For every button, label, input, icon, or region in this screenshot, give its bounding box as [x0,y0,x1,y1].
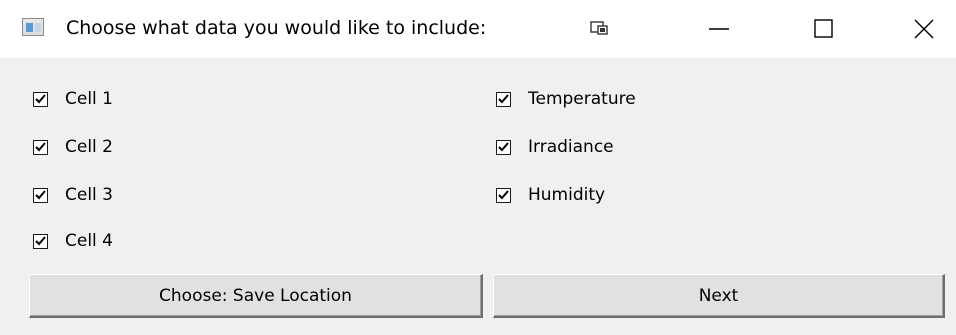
minimize-button[interactable] [695,0,743,58]
checkbox-irradiance[interactable]: Irradiance [496,136,614,158]
close-icon [914,19,934,39]
maximize-button[interactable] [800,0,848,58]
checkmark-icon [35,235,46,245]
title-bar[interactable]: Choose what data you would like to inclu… [0,0,956,58]
checkbox-label: Temperature [528,89,636,109]
maximize-icon [814,19,833,38]
window-title: Choose what data you would like to inclu… [66,17,487,39]
checkbox-box[interactable] [33,187,48,203]
checkbox-label: Cell 4 [65,231,113,251]
checkbox-label: Cell 3 [65,185,113,205]
pin-window-icon[interactable] [590,20,608,36]
checkbox-temperature[interactable]: Temperature [496,88,636,110]
choose-save-location-button[interactable]: Choose: Save Location [29,274,483,318]
next-button[interactable]: Next [493,274,945,318]
checkbox-box[interactable] [496,139,511,155]
checkbox-humidity[interactable]: Humidity [496,184,605,206]
checkbox-cell-3[interactable]: Cell 3 [33,184,113,206]
close-button[interactable] [900,0,948,58]
checkmark-icon [498,189,509,199]
checkbox-label: Cell 1 [65,89,113,109]
checkmark-icon [35,141,46,151]
checkbox-cell-2[interactable]: Cell 2 [33,136,113,158]
minimize-icon [709,28,729,30]
checkmark-icon [498,93,509,103]
checkbox-label: Cell 2 [65,137,113,157]
checkbox-box[interactable] [33,233,48,249]
checkbox-label: Humidity [528,185,606,205]
app-icon[interactable] [22,18,44,36]
checkmark-icon [35,189,46,199]
checkbox-cell-4[interactable]: Cell 4 [33,230,113,252]
checkbox-label: Irradiance [528,137,614,157]
checkbox-box[interactable] [496,91,511,107]
checkmark-icon [35,93,46,103]
dialog-window: Choose what data you would like to inclu… [0,0,956,335]
checkbox-cell-1[interactable]: Cell 1 [33,88,113,110]
checkmark-icon [498,141,509,151]
checkbox-box[interactable] [33,91,48,107]
checkbox-box[interactable] [496,187,511,203]
checkbox-box[interactable] [33,139,48,155]
